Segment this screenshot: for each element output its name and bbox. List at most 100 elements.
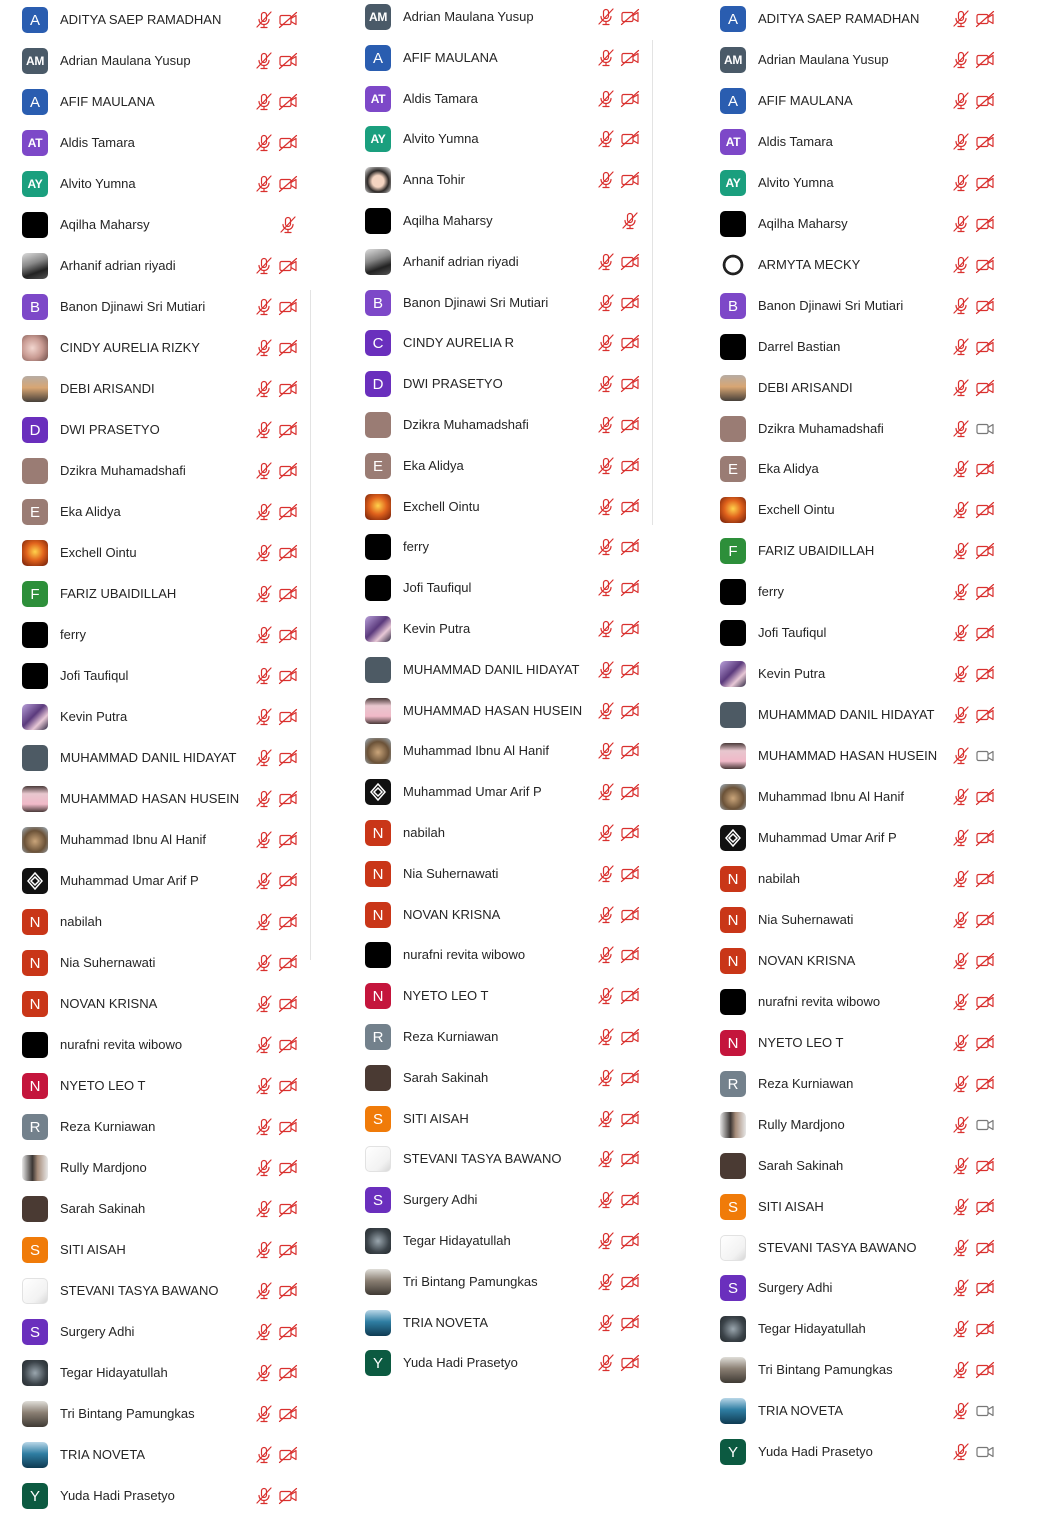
participant-row[interactable]: Muhammad Ibnu Al Hanif — [0, 820, 320, 861]
video-off-icon[interactable] — [278, 1282, 298, 1300]
mic-muted-icon[interactable] — [254, 1077, 274, 1095]
mic-muted-icon[interactable] — [951, 51, 971, 69]
mic-muted-icon[interactable] — [951, 993, 971, 1011]
participant-row[interactable]: Muhammad Ibnu Al Hanif — [700, 777, 1010, 818]
video-off-icon[interactable] — [278, 1487, 298, 1505]
participant-row[interactable]: Muhammad Umar Arif P — [345, 772, 655, 813]
participant-row[interactable]: Muhammad Ibnu Al Hanif — [345, 731, 655, 772]
video-off-icon[interactable] — [975, 51, 995, 69]
video-off-icon[interactable] — [620, 130, 640, 148]
video-off-icon[interactable] — [278, 93, 298, 111]
video-off-icon[interactable] — [620, 742, 640, 760]
mic-muted-icon[interactable] — [596, 253, 616, 271]
mic-muted-icon[interactable] — [951, 379, 971, 397]
video-off-icon[interactable] — [620, 620, 640, 638]
mic-muted-icon[interactable] — [254, 1036, 274, 1054]
mic-muted-icon[interactable] — [278, 216, 298, 234]
video-off-icon[interactable] — [278, 872, 298, 890]
mic-muted-icon[interactable] — [951, 501, 971, 519]
video-off-icon[interactable] — [620, 8, 640, 26]
video-off-icon[interactable] — [278, 708, 298, 726]
mic-muted-icon[interactable] — [951, 870, 971, 888]
mic-muted-icon[interactable] — [254, 298, 274, 316]
video-off-icon[interactable] — [278, 1364, 298, 1382]
participant-row[interactable]: S SITI AISAH — [700, 1187, 1010, 1228]
mic-muted-icon[interactable] — [596, 1110, 616, 1128]
mic-muted-icon[interactable] — [951, 911, 971, 929]
mic-muted-icon[interactable] — [254, 257, 274, 275]
participant-row[interactable]: Muhammad Umar Arif P — [700, 818, 1010, 859]
participant-row[interactable]: Sarah Sakinah — [700, 1146, 1010, 1187]
mic-muted-icon[interactable] — [951, 583, 971, 601]
participant-row[interactable]: Muhammad Umar Arif P — [0, 861, 320, 902]
video-off-icon[interactable] — [620, 457, 640, 475]
video-off-icon[interactable] — [620, 865, 640, 883]
mic-muted-icon[interactable] — [620, 212, 640, 230]
participant-row[interactable]: CINDY AURELIA RIZKY — [0, 328, 320, 369]
mic-muted-icon[interactable] — [254, 626, 274, 644]
mic-muted-icon[interactable] — [596, 1191, 616, 1209]
participant-row[interactable]: TRIA NOVETA — [345, 1303, 655, 1344]
video-off-icon[interactable] — [975, 583, 995, 601]
participant-row[interactable]: Tri Bintang Pamungkas — [345, 1262, 655, 1303]
video-off-icon[interactable] — [278, 667, 298, 685]
video-off-icon[interactable] — [278, 954, 298, 972]
video-off-icon[interactable] — [975, 338, 995, 356]
mic-muted-icon[interactable] — [951, 706, 971, 724]
video-off-icon[interactable] — [278, 913, 298, 931]
video-off-icon[interactable] — [278, 421, 298, 439]
participant-row[interactable]: S SITI AISAH — [345, 1099, 655, 1140]
video-off-icon[interactable] — [975, 911, 995, 929]
video-on-icon[interactable] — [975, 747, 995, 765]
mic-muted-icon[interactable] — [254, 421, 274, 439]
mic-muted-icon[interactable] — [596, 783, 616, 801]
video-off-icon[interactable] — [620, 334, 640, 352]
video-on-icon[interactable] — [975, 420, 995, 438]
mic-muted-icon[interactable] — [254, 503, 274, 521]
participant-row[interactable]: Nnabilah — [345, 813, 655, 854]
mic-muted-icon[interactable] — [951, 256, 971, 274]
video-off-icon[interactable] — [975, 665, 995, 683]
mic-muted-icon[interactable] — [596, 906, 616, 924]
mic-muted-icon[interactable] — [596, 1069, 616, 1087]
mic-muted-icon[interactable] — [951, 1361, 971, 1379]
participant-row[interactable]: AT Aldis Tamara — [700, 122, 1010, 163]
mic-muted-icon[interactable] — [596, 1314, 616, 1332]
mic-muted-icon[interactable] — [254, 831, 274, 849]
participant-row[interactable]: B Banon Djinawi Sri Mutiari — [345, 283, 655, 324]
mic-muted-icon[interactable] — [596, 90, 616, 108]
participant-row[interactable]: A AFIF MAULANA — [700, 81, 1010, 122]
participant-row[interactable]: E Eka Alidya — [0, 492, 320, 533]
video-off-icon[interactable] — [620, 987, 640, 1005]
participant-row[interactable]: Nnabilah — [0, 902, 320, 943]
participant-row[interactable]: E Eka Alidya — [345, 446, 655, 487]
participant-row[interactable]: Rully Mardjono — [700, 1105, 1010, 1146]
participant-row[interactable]: Tri Bintang Pamungkas — [700, 1350, 1010, 1391]
mic-muted-icon[interactable] — [596, 1273, 616, 1291]
mic-muted-icon[interactable] — [951, 10, 971, 28]
participant-row[interactable]: ferry — [345, 527, 655, 568]
mic-muted-icon[interactable] — [596, 498, 616, 516]
mic-muted-icon[interactable] — [254, 954, 274, 972]
participant-row[interactable]: D DWI PRASETYO — [345, 364, 655, 405]
mic-muted-icon[interactable] — [596, 1150, 616, 1168]
video-off-icon[interactable] — [278, 298, 298, 316]
participant-row[interactable]: A AFIF MAULANA — [0, 82, 320, 123]
mic-muted-icon[interactable] — [254, 1364, 274, 1382]
video-off-icon[interactable] — [278, 831, 298, 849]
video-off-icon[interactable] — [975, 501, 995, 519]
participant-row[interactable]: Kevin Putra — [700, 654, 1010, 695]
participant-row[interactable]: N Nia Suhernawati — [345, 854, 655, 895]
video-off-icon[interactable] — [278, 1405, 298, 1423]
video-off-icon[interactable] — [620, 1191, 640, 1209]
video-off-icon[interactable] — [620, 90, 640, 108]
participant-row[interactable]: S Surgery Adhi — [345, 1180, 655, 1221]
mic-muted-icon[interactable] — [596, 742, 616, 760]
participant-row[interactable]: STEVANI TASYA BAWANO — [700, 1228, 1010, 1269]
video-off-icon[interactable] — [975, 133, 995, 151]
mic-muted-icon[interactable] — [596, 987, 616, 1005]
mic-muted-icon[interactable] — [596, 620, 616, 638]
mic-muted-icon[interactable] — [951, 174, 971, 192]
mic-muted-icon[interactable] — [596, 130, 616, 148]
video-off-icon[interactable] — [278, 134, 298, 152]
